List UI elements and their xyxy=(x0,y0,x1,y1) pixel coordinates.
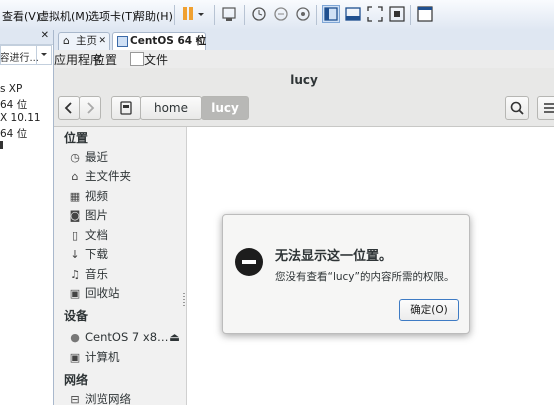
show-library-icon[interactable] xyxy=(322,5,340,23)
error-icon xyxy=(235,248,263,276)
toolbar-separator xyxy=(174,5,175,25)
window-title: lucy xyxy=(54,68,554,92)
places-heading: 位置 xyxy=(64,131,89,145)
library-sidebar: ✕ 在此处键入内容进行... s XP 64 位 X 10.11 64 位 xyxy=(0,30,54,405)
music-icon: ♫ xyxy=(70,268,80,281)
home-icon: ⌂ xyxy=(63,35,70,47)
back-button[interactable] xyxy=(58,96,80,120)
search-button[interactable] xyxy=(505,96,529,120)
tab-centos[interactable]: CentOS 64 位 ✕ xyxy=(112,32,206,50)
devices-heading: 设备 xyxy=(64,309,89,323)
sidebar-resize-grip[interactable] xyxy=(183,293,185,307)
close-icon[interactable]: ✕ xyxy=(41,30,49,41)
snapshot-manager-icon[interactable] xyxy=(294,5,312,23)
files-app-menu[interactable]: 文件 xyxy=(144,51,168,68)
host-menubar: 查看(V) 虚拟机(M) 选项卡(T) 帮助(H) xyxy=(0,0,554,31)
menu-help[interactable]: 帮助(H) xyxy=(134,8,173,24)
path-home-button[interactable]: home xyxy=(140,96,202,120)
sidebar-item-browse-network[interactable]: ⊟ 浏览网络 xyxy=(68,391,131,409)
vm-item[interactable]: 64 位 xyxy=(0,126,27,141)
error-dialog: 无法显示这一位置。 您没有查看“lucy”的内容所需的权限。 确定(O) xyxy=(222,214,470,334)
library-search-input[interactable]: 在此处键入内容进行... xyxy=(0,45,52,65)
library-search-placeholder: 在此处键入内容进行... xyxy=(1,53,39,63)
files-icon xyxy=(130,52,144,66)
clock-icon: ◷ xyxy=(70,151,80,164)
library-header: ✕ xyxy=(0,30,53,45)
menu-tabs[interactable]: 选项卡(T) xyxy=(88,8,136,24)
menu-vm[interactable]: 虚拟机(M) xyxy=(38,8,89,24)
network-icon: ⊟ xyxy=(70,393,80,406)
vm-item-fragment xyxy=(0,141,3,149)
sidebar-item-pictures[interactable]: ◙ 图片 xyxy=(68,207,108,225)
sidebar-item-videos[interactable]: ▦ 视频 xyxy=(68,188,108,206)
ok-button[interactable]: 确定(O) xyxy=(399,299,459,321)
sidebar-item-trash[interactable]: ▣ 回收站 xyxy=(68,285,120,303)
vm-item[interactable]: 64 位 xyxy=(0,97,27,112)
dialog-message: 您没有查看“lucy”的内容所需的权限。 xyxy=(275,271,455,283)
menu-view[interactable]: 查看(V) xyxy=(2,8,40,24)
revert-snapshot-icon[interactable] xyxy=(272,5,290,23)
tab-home[interactable]: ⌂ 主页 ✕ xyxy=(58,32,110,50)
tab-label: 主页 xyxy=(76,35,97,47)
video-icon: ▦ xyxy=(69,190,81,203)
close-icon[interactable]: ✕ xyxy=(98,33,106,49)
network-heading: 网络 xyxy=(64,373,89,387)
send-keys-icon[interactable] xyxy=(220,5,238,23)
places-menu[interactable]: 位置 xyxy=(93,51,117,68)
vm-icon xyxy=(117,36,128,47)
vm-item[interactable]: X 10.11 xyxy=(0,112,41,124)
download-icon: ↓ xyxy=(70,248,80,261)
places-sidebar: 位置 ◷ 最近 ⌂ 主文件夹 ▦ 视频 ◙ 图片 ▯ 文档 ↓ 下载 ♫ 音乐 ▣ 回收站 设备… xyxy=(54,127,187,406)
toolbar-separator xyxy=(316,5,317,25)
sidebar-item-computer[interactable]: ▣ 计算机 xyxy=(68,349,120,367)
path-lucy-button[interactable]: lucy xyxy=(201,96,249,120)
file-manager-toolbar: home lucy xyxy=(54,92,554,127)
computer-icon: ▣ xyxy=(69,351,81,364)
dialog-title: 无法显示这一位置。 xyxy=(275,249,393,264)
close-icon[interactable]: ✕ xyxy=(194,33,202,49)
camera-icon: ◙ xyxy=(69,209,81,222)
sidebar-item-downloads[interactable]: ↓ 下载 xyxy=(68,246,108,264)
toolbar-separator xyxy=(410,5,411,25)
sidebar-item-music[interactable]: ♫ 音乐 xyxy=(68,266,108,284)
toolbar-separator xyxy=(214,5,215,25)
menu-button[interactable] xyxy=(537,96,554,120)
snapshot-icon[interactable] xyxy=(250,5,268,23)
unity-icon[interactable] xyxy=(388,5,406,23)
forward-button[interactable] xyxy=(79,96,101,120)
eject-icon[interactable]: ⏏ xyxy=(169,330,180,344)
disc-icon: ● xyxy=(70,331,80,344)
chevron-down-icon[interactable] xyxy=(196,5,206,23)
vm-item[interactable]: s XP xyxy=(0,83,22,95)
sidebar-item-recent[interactable]: ◷ 最近 xyxy=(68,149,108,167)
trash-icon: ▣ xyxy=(69,287,81,300)
thumbnail-bar-icon[interactable] xyxy=(344,5,362,23)
home-icon: ⌂ xyxy=(71,170,79,183)
sidebar-item-centos-disc[interactable]: ● CentOS 7 x8… ⏏ xyxy=(68,330,180,348)
sidebar-item-home[interactable]: ⌂ 主文件夹 xyxy=(68,168,132,186)
vm-tab-strip: ⌂ 主页 ✕ CentOS 64 位 ✕ xyxy=(54,30,554,51)
fullscreen-icon[interactable] xyxy=(366,5,384,23)
console-view-icon[interactable] xyxy=(416,5,434,23)
sidebar-item-documents[interactable]: ▯ 文档 xyxy=(68,227,108,245)
gnome-top-bar: 应用程序 位置 文件 xyxy=(54,50,554,69)
toolbar-separator xyxy=(244,5,245,25)
path-root-button[interactable] xyxy=(111,96,141,120)
document-icon: ▯ xyxy=(71,229,79,242)
